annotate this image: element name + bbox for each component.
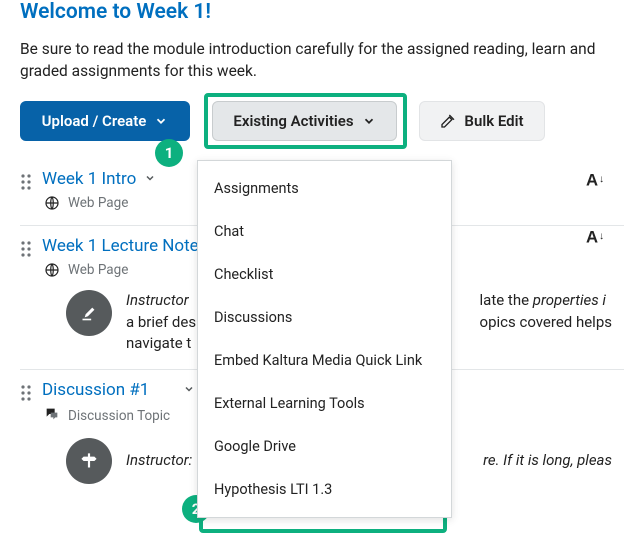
- drag-handle-icon[interactable]: [20, 384, 32, 406]
- upload-create-button[interactable]: Upload / Create: [20, 101, 190, 141]
- chevron-down-icon[interactable]: [183, 380, 195, 400]
- menu-item-chat[interactable]: Chat: [198, 210, 451, 253]
- chevron-down-icon: [362, 114, 376, 128]
- globe-icon: [44, 262, 60, 278]
- desc-fragment: navigate t: [126, 334, 191, 352]
- topic-type-label: Discussion Topic: [68, 408, 170, 424]
- font-size-icon[interactable]: A↓: [586, 226, 612, 252]
- svg-text:A: A: [586, 171, 598, 190]
- menu-item-checklist[interactable]: Checklist: [198, 253, 451, 296]
- bulk-edit-label: Bulk Edit: [464, 112, 523, 130]
- existing-activities-label: Existing Activities: [233, 112, 353, 130]
- topic-type-label: Web Page: [68, 262, 128, 278]
- svg-text:A: A: [586, 228, 598, 247]
- discussion-icon: [44, 406, 60, 426]
- svg-text:↓: ↓: [599, 174, 604, 185]
- chevron-down-icon[interactable]: [144, 169, 156, 189]
- globe-icon: [44, 195, 60, 211]
- menu-item-discussions[interactable]: Discussions: [198, 296, 451, 339]
- signpost-icon: [66, 438, 112, 484]
- topic-title-text: Week 1 Lecture Note: [42, 236, 199, 256]
- desc-fragment: Instructor:: [126, 451, 192, 469]
- pencil-icon: [440, 113, 456, 129]
- existing-activities-menu: Assignments Chat Checklist Discussions E…: [197, 160, 452, 518]
- topic-type-label: Web Page: [68, 195, 128, 211]
- menu-item-assignments[interactable]: Assignments: [198, 167, 451, 210]
- drag-handle-icon[interactable]: [20, 173, 32, 195]
- topic-title-text: Week 1 Intro: [42, 169, 136, 189]
- desc-fragment: opics covered helps: [480, 313, 612, 331]
- upload-create-label: Upload / Create: [42, 112, 147, 130]
- desc-fragment: re. If it is long, pleas: [483, 451, 612, 469]
- desc-fragment: a brief des: [126, 313, 196, 331]
- page-title: Welcome to Week 1!: [20, 0, 624, 24]
- desc-fragment: Instructor: [126, 291, 189, 309]
- menu-item-kaltura[interactable]: Embed Kaltura Media Quick Link: [198, 339, 451, 382]
- chevron-down-icon: [154, 114, 168, 128]
- desc-fragment: properties i: [533, 291, 606, 309]
- bulk-edit-button[interactable]: Bulk Edit: [419, 101, 545, 141]
- callout-badge-1: 1: [155, 139, 183, 167]
- menu-item-google-drive[interactable]: Google Drive: [198, 425, 451, 468]
- menu-item-hypothesis[interactable]: Hypothesis LTI 1.3: [198, 468, 451, 511]
- font-size-icon[interactable]: A↓: [586, 169, 612, 195]
- toolbar: Upload / Create Existing Activities Bulk…: [20, 101, 624, 141]
- edit-circle-icon: [66, 290, 112, 336]
- intro-text: Be sure to read the module introduction …: [20, 38, 624, 83]
- desc-fragment: late the: [480, 291, 533, 309]
- drag-handle-icon[interactable]: [20, 240, 32, 262]
- svg-text:↓: ↓: [599, 231, 604, 242]
- menu-item-external-tools[interactable]: External Learning Tools: [198, 382, 451, 425]
- topic-title-text: Discussion #1: [42, 380, 149, 400]
- existing-activities-button[interactable]: Existing Activities: [212, 101, 397, 141]
